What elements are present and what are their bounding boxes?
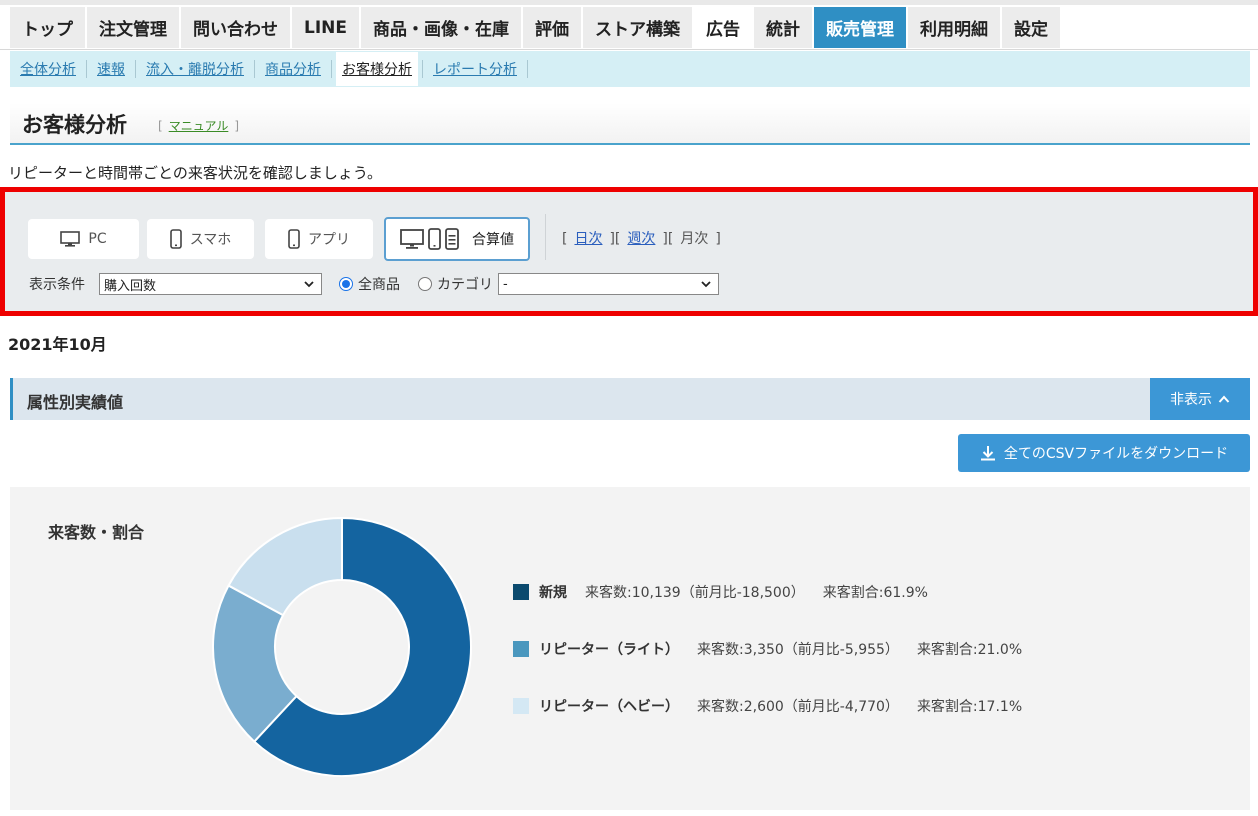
monitor-icon xyxy=(60,231,81,247)
divider xyxy=(331,60,332,78)
condition-select[interactable]: 購入回数 xyxy=(99,273,322,295)
divider xyxy=(545,214,546,260)
page-description: リピーターと時間帯ごとの来客状況を確認しましょう。 xyxy=(8,164,382,182)
chart-title: 来客数・割合 xyxy=(48,523,145,542)
section-header: 属性別実績値 非表示 xyxy=(10,378,1250,420)
tab-orders[interactable]: 注文管理 xyxy=(87,7,179,48)
divider xyxy=(527,60,528,78)
category-select[interactable]: - xyxy=(498,273,719,295)
radio-unselected-icon xyxy=(418,277,432,291)
device-total-button[interactable]: 合算値 xyxy=(384,217,530,261)
legend-name: 新規 xyxy=(539,585,567,601)
legend-name: リピーター（ライト） xyxy=(539,642,679,658)
divider xyxy=(254,60,255,78)
device-total-label: 合算値 xyxy=(472,232,514,248)
all-devices-icon xyxy=(400,227,464,251)
top-border xyxy=(0,0,1258,5)
legend-ratio: 来客割合:17.1% xyxy=(916,699,1023,715)
download-icon xyxy=(980,445,996,461)
main-tabs: トップ 注文管理 問い合わせ LINE 商品・画像・在庫 評価 ストア構築 広告… xyxy=(10,7,1062,50)
download-button-label: 全てのCSVファイルをダウンロード xyxy=(1003,446,1229,462)
legend-detail: 来客数:2,600（前月比-4,770） xyxy=(697,699,899,715)
tab-inquiries[interactable]: 問い合わせ xyxy=(181,7,290,48)
subnav-flash-report[interactable]: 速報 xyxy=(91,59,131,79)
legend-item-new: 新規 来客数:10,139（前月比-18,500） 来客割合:61.9% xyxy=(513,582,928,602)
divider xyxy=(422,60,423,78)
tab-store-build[interactable]: ストア構築 xyxy=(583,7,692,48)
tab-sales-management[interactable]: 販売管理 xyxy=(814,7,906,48)
period-weekly-link[interactable]: 週次 xyxy=(627,231,655,247)
device-pc-button[interactable]: PC xyxy=(28,219,139,259)
top-navigation: トップ 注文管理 問い合わせ LINE 商品・画像・在庫 評価 ストア構築 広告… xyxy=(0,0,1258,50)
device-pc-label: PC xyxy=(88,231,107,247)
hide-button-label: 非表示 xyxy=(1170,392,1212,408)
tab-ads[interactable]: 広告 xyxy=(694,7,752,48)
period-daily-link[interactable]: 日次 xyxy=(574,231,602,247)
download-all-csv-button[interactable]: 全てのCSVファイルをダウンロード xyxy=(958,434,1250,472)
radio-selected-icon xyxy=(339,277,353,291)
legend-swatch xyxy=(513,584,529,600)
manual-link-wrapper: [マニュアル] xyxy=(158,119,240,133)
tab-line[interactable]: LINE xyxy=(292,7,359,48)
section-title: 属性別実績値 xyxy=(27,393,124,412)
radio-category[interactable]: カテゴリ xyxy=(418,274,493,294)
chevron-up-icon xyxy=(1218,394,1230,404)
report-month: 2021年10月 xyxy=(8,335,107,354)
divider xyxy=(135,60,136,78)
subnav-overall-analysis[interactable]: 全体分析 xyxy=(14,59,82,79)
legend-item-light-repeater: リピーター（ライト） 来客数:3,350（前月比-5,955） 来客割合:21.… xyxy=(513,639,1022,659)
subnav-product-analysis[interactable]: 商品分析 xyxy=(259,59,327,79)
chart-panel: 来客数・割合 新規 来客数:10,139（前月比-18,500） 来客割合:61… xyxy=(10,487,1250,810)
chevron-down-icon xyxy=(700,277,712,295)
visitor-donut-chart xyxy=(212,516,472,777)
smartphone-icon xyxy=(169,229,182,249)
tab-statistics[interactable]: 統計 xyxy=(754,7,812,48)
legend-ratio: 来客割合:21.0% xyxy=(916,642,1023,658)
hide-section-button[interactable]: 非表示 xyxy=(1150,378,1250,420)
smartphone-icon xyxy=(288,229,300,249)
page-title-bar: お客様分析 [マニュアル] xyxy=(10,103,1250,145)
condition-label: 表示条件 xyxy=(29,277,85,293)
device-app-button[interactable]: アプリ xyxy=(265,219,373,259)
sub-navigation: 全体分析 速報 流入・離脱分析 商品分析 お客様分析 レポート分析 xyxy=(10,51,1250,87)
period-monthly-current: 月次 xyxy=(680,231,709,247)
legend-swatch xyxy=(513,641,529,657)
radio-all-products-label: 全商品 xyxy=(358,277,400,293)
tab-top[interactable]: トップ xyxy=(10,7,85,48)
tab-products-images-stock[interactable]: 商品・画像・在庫 xyxy=(361,7,521,48)
period-selector: [日次][週次][月次] xyxy=(562,231,721,247)
device-smartphone-button[interactable]: スマホ xyxy=(147,219,254,259)
condition-select-value: 購入回数 xyxy=(104,278,157,294)
radio-all-products[interactable]: 全商品 xyxy=(339,274,400,294)
device-smartphone-label: スマホ xyxy=(189,232,232,248)
legend-item-heavy-repeater: リピーター（ヘビー） 来客数:2,600（前月比-4,770） 来客割合:17.… xyxy=(513,696,1022,716)
legend-ratio: 来客割合:61.9% xyxy=(822,585,928,601)
subnav-inflow-exit-analysis[interactable]: 流入・離脱分析 xyxy=(140,59,250,79)
tab-reviews[interactable]: 評価 xyxy=(523,7,581,48)
legend-detail: 来客数:3,350（前月比-5,955） xyxy=(697,642,899,658)
filter-panel: PC スマホ アプリ 合算値 [日次][週次][月次] 表示条件 購入回数 全商… xyxy=(0,187,1258,316)
tab-settings[interactable]: 設定 xyxy=(1002,7,1060,48)
device-app-label: アプリ xyxy=(308,232,350,248)
page-title: お客様分析 xyxy=(22,113,127,137)
tab-billing[interactable]: 利用明細 xyxy=(908,7,1000,48)
chevron-down-icon xyxy=(303,277,315,295)
category-select-value: - xyxy=(503,276,508,292)
subnav-report-analysis[interactable]: レポート分析 xyxy=(427,59,523,79)
legend-swatch xyxy=(513,698,529,714)
legend-name: リピーター（ヘビー） xyxy=(539,699,679,715)
radio-category-label: カテゴリ xyxy=(437,277,493,293)
divider xyxy=(86,60,87,78)
manual-link[interactable]: マニュアル xyxy=(169,119,229,133)
legend-detail: 来客数:10,139（前月比-18,500） xyxy=(585,585,805,601)
subnav-customer-analysis[interactable]: お客様分析 xyxy=(336,52,418,86)
